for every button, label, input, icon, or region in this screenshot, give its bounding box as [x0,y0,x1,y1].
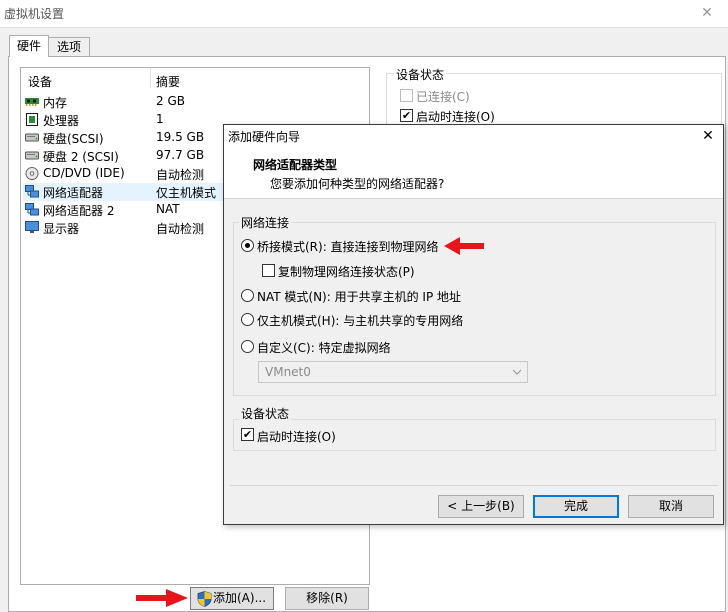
dialog-connect-at-power-on-checkbox[interactable]: ✔ [241,428,254,441]
custom-radio[interactable] [241,340,254,353]
tab-hardware[interactable]: 硬件 [9,35,49,57]
device-name: 处理器 [43,114,80,128]
device-row-network-adapter[interactable]: 网络适配器 仅主机模式 [23,183,223,201]
red-arrow-annotation-icon [136,589,188,607]
device-summary: 自动检测 [156,168,205,182]
device-summary: 2 GB [156,94,185,108]
device-row-memory[interactable]: 内存 2 GB [23,93,223,111]
device-row-display[interactable]: 显示器 自动检测 [23,219,223,237]
device-name: 网络适配器 2 [43,204,115,218]
dialog-subheading: 您要添加何种类型的网络适配器? [270,177,445,191]
vmnet-select-value: VMnet0 [265,365,311,379]
uac-shield-icon [197,591,212,607]
device-row-processor[interactable]: 处理器 1 [23,111,223,129]
display-icon [25,221,39,233]
hard-disk-icon [25,151,39,160]
memory-icon [25,98,39,106]
window-close-button[interactable]: ✕ [690,2,724,24]
device-summary: NAT [156,202,180,216]
dialog-connect-at-power-on-label[interactable]: 启动时连接(O) [257,428,336,445]
custom-label[interactable]: 自定义(C): 特定虚拟网络 [257,339,391,356]
dialog-device-status-title: 设备状态 [239,405,292,422]
add-hardware-button[interactable]: 添加(A)... [190,587,274,610]
host-only-radio[interactable] [241,313,254,326]
dialog-heading: 网络适配器类型 [253,158,338,172]
device-summary: 19.5 GB [156,130,205,144]
device-status-title: 设备状态 [394,66,447,83]
connect-at-power-on-checkbox[interactable]: ✔ [400,109,413,122]
add-hardware-label: 添加(A)... [213,591,267,605]
cd-dvd-icon [25,167,39,180]
dialog-close-button[interactable]: ✕ [698,126,718,146]
connected-checkbox[interactable] [400,89,413,102]
network-adapter-icon [25,185,39,198]
tab-options[interactable]: 选项 [49,37,90,57]
connected-label: 已连接(C) [416,90,470,104]
red-arrow-annotation-icon [444,237,484,255]
dialog-divider [230,485,718,486]
device-row-cd-dvd[interactable]: CD/DVD (IDE) 自动检测 [23,165,223,183]
window-titlebar [0,0,728,28]
replicate-state-checkbox[interactable] [262,264,275,277]
finish-button[interactable]: 完成 [533,495,619,518]
network-adapter-icon [25,203,39,216]
device-summary: 自动检测 [156,222,205,236]
network-connection-title: 网络连接 [239,214,292,231]
window-title: 虚拟机设置 [4,7,65,21]
back-button[interactable]: < 上一步(B) [438,495,524,518]
device-name: 网络适配器 [43,186,104,200]
replicate-state-label[interactable]: 复制物理网络连接状态(P) [278,263,415,280]
column-header-device[interactable]: 设备 [28,73,52,90]
dialog-title: 添加硬件向导 [228,130,301,144]
device-name: 显示器 [43,222,80,236]
chevron-down-icon [512,369,522,375]
device-name: 硬盘(SCSI) [43,132,104,146]
cancel-button[interactable]: 取消 [628,495,714,518]
device-summary: 97.7 GB [156,148,205,162]
host-only-label[interactable]: 仅主机模式(H): 与主机共享的专用网络 [257,312,463,329]
device-summary: 仅主机模式 [156,186,217,200]
hard-disk-icon [25,133,39,142]
connect-at-power-on-label: 启动时连接(O) [416,110,495,124]
remove-hardware-button[interactable]: 移除(R) [285,587,369,610]
device-row-hard-disk[interactable]: 硬盘(SCSI) 19.5 GB [23,129,223,147]
device-row-network-adapter-2[interactable]: 网络适配器 2 NAT [23,201,223,219]
device-name: 硬盘 2 (SCSI) [43,150,119,164]
bridged-radio[interactable] [241,239,254,252]
column-header-summary[interactable]: 摘要 [156,73,180,90]
device-summary: 1 [156,112,164,126]
nat-label[interactable]: NAT 模式(N): 用于共享主机的 IP 地址 [257,288,461,305]
device-name: 内存 [43,96,68,110]
processor-icon [26,113,38,126]
device-name: CD/DVD (IDE) [43,166,125,180]
nat-radio[interactable] [241,289,254,302]
device-row-hard-disk-2[interactable]: 硬盘 2 (SCSI) 97.7 GB [23,147,223,165]
column-divider[interactable] [150,68,151,88]
bridged-label[interactable]: 桥接模式(R): 直接连接到物理网络 [257,238,439,255]
